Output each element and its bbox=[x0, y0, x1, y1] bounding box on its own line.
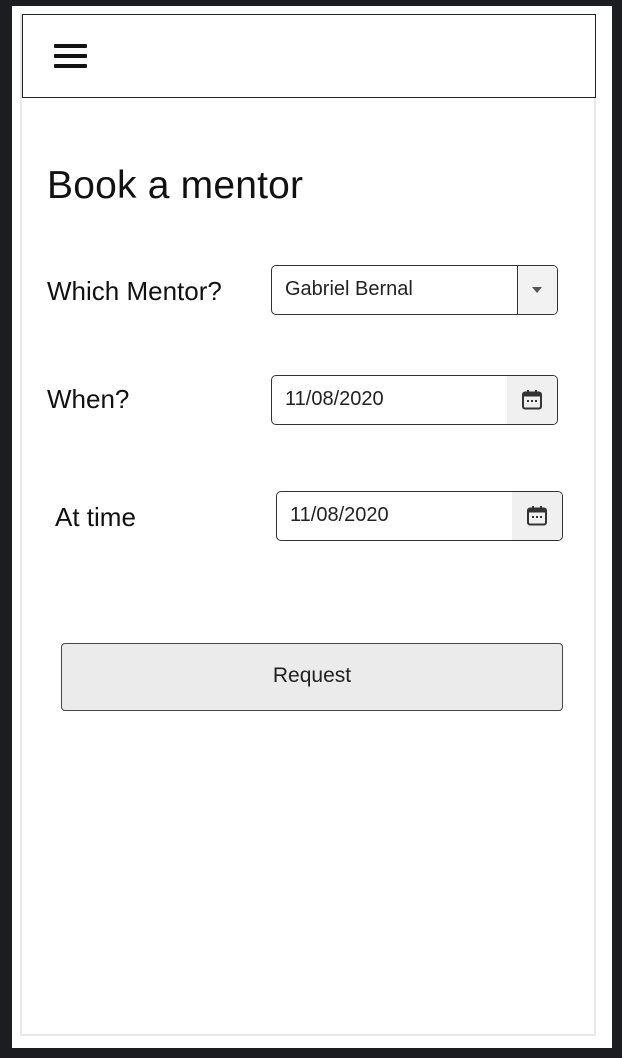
request-button[interactable]: Request bbox=[61, 643, 563, 711]
date-label: When? bbox=[47, 384, 130, 414]
date-input[interactable]: 11/08/2020 bbox=[271, 375, 558, 425]
time-picker-button[interactable] bbox=[512, 492, 562, 540]
calendar-icon bbox=[527, 506, 547, 526]
calendar-icon bbox=[522, 390, 542, 410]
menu-button[interactable] bbox=[51, 39, 91, 73]
phone-frame: Book a mentor Which Mentor? Gabriel Bern… bbox=[12, 6, 612, 1048]
date-input-value: 11/08/2020 bbox=[285, 388, 384, 410]
caret-down-icon bbox=[532, 287, 542, 293]
time-label: At time bbox=[55, 502, 136, 532]
time-input-value: 11/08/2020 bbox=[290, 504, 389, 526]
mentor-select-value: Gabriel Bernal bbox=[285, 278, 413, 300]
time-input[interactable]: 11/08/2020 bbox=[276, 491, 563, 541]
page-title: Book a mentor bbox=[47, 164, 304, 207]
mentor-label: Which Mentor? bbox=[47, 276, 222, 306]
mentor-dropdown-button[interactable] bbox=[517, 266, 557, 314]
app-bar bbox=[22, 14, 596, 98]
date-picker-button[interactable] bbox=[507, 376, 557, 424]
mentor-select[interactable]: Gabriel Bernal bbox=[271, 265, 558, 315]
